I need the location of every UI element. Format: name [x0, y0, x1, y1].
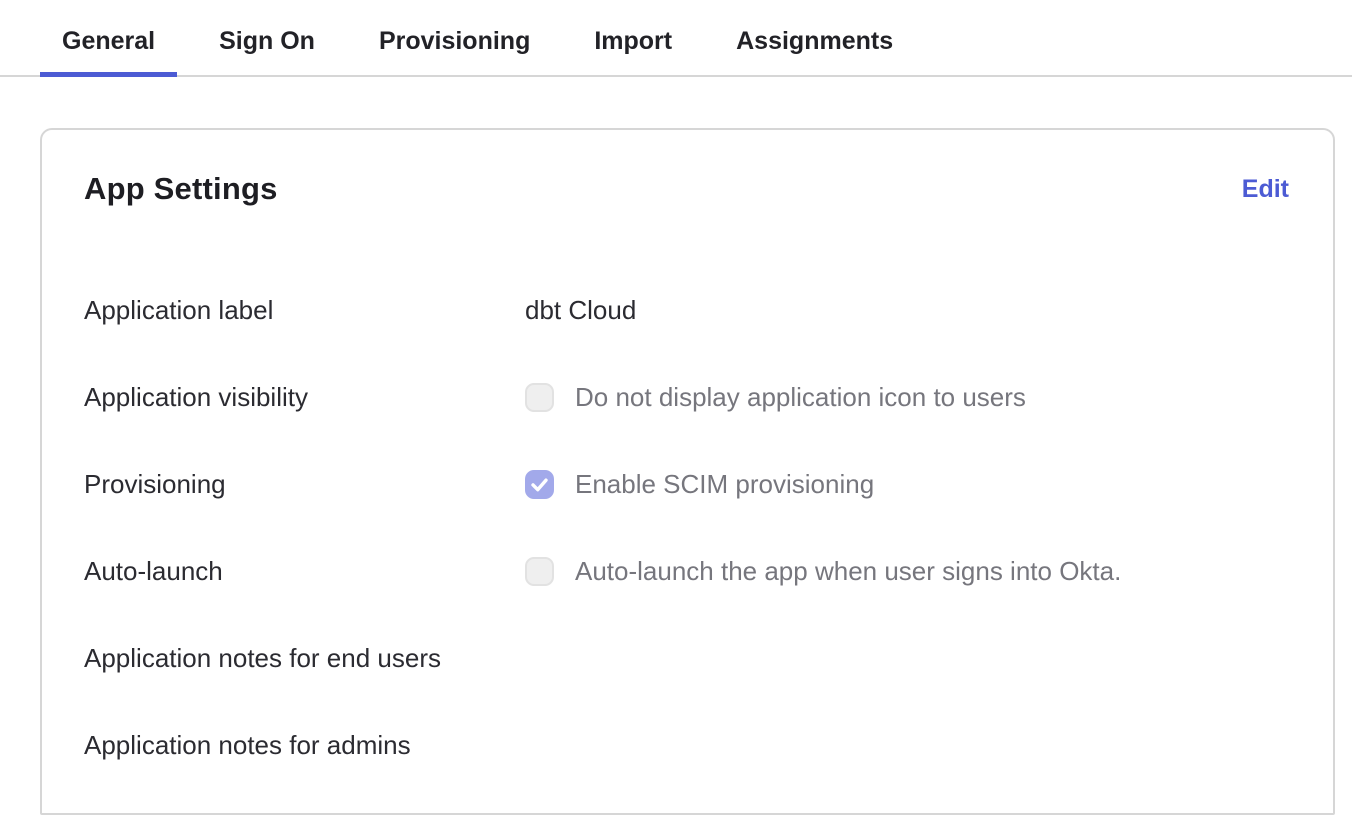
field-label: Provisioning: [84, 468, 525, 500]
panel-title: App Settings: [84, 170, 278, 208]
field-label: Application notes for admins: [84, 729, 525, 761]
row-notes-admins: Application notes for admins: [84, 727, 1289, 763]
tab-assignments[interactable]: Assignments: [714, 0, 915, 75]
panel-header: App Settings Edit: [84, 170, 1289, 208]
row-application-label: Application label dbt Cloud: [84, 292, 1289, 328]
tab-sign-on[interactable]: Sign On: [197, 0, 337, 75]
checkbox-label: Auto-launch the app when user signs into…: [575, 555, 1121, 587]
checkbox-group: Do not display application icon to users: [525, 381, 1026, 413]
row-auto-launch: Auto-launch Auto-launch the app when use…: [84, 553, 1289, 589]
edit-button[interactable]: Edit: [1242, 170, 1289, 208]
checkbox-group: Auto-launch the app when user signs into…: [525, 555, 1121, 587]
app-tabs: General Sign On Provisioning Import Assi…: [40, 0, 1352, 75]
field-label: Auto-launch: [84, 555, 525, 587]
checkbox-label: Do not display application icon to users: [575, 381, 1026, 413]
row-application-visibility: Application visibility Do not display ap…: [84, 379, 1289, 415]
row-provisioning: Provisioning Enable SCIM provisioning: [84, 466, 1289, 502]
tab-provisioning[interactable]: Provisioning: [357, 0, 552, 75]
auto-launch-checkbox[interactable]: [525, 557, 554, 586]
tab-import[interactable]: Import: [572, 0, 694, 75]
checkmark-icon: [527, 470, 552, 499]
app-settings-panel: App Settings Edit Application label dbt …: [40, 128, 1335, 815]
checkbox-label: Enable SCIM provisioning: [575, 468, 874, 500]
field-label: Application notes for end users: [84, 642, 525, 674]
tab-bar: General Sign On Provisioning Import Assi…: [0, 0, 1352, 77]
field-label: Application label: [84, 294, 525, 326]
tab-general[interactable]: General: [40, 0, 177, 75]
field-label: Application visibility: [84, 381, 525, 413]
checkbox-group: Enable SCIM provisioning: [525, 468, 874, 500]
scim-provisioning-checkbox[interactable]: [525, 470, 554, 499]
field-value: dbt Cloud: [525, 294, 636, 326]
visibility-checkbox[interactable]: [525, 383, 554, 412]
row-notes-end-users: Application notes for end users: [84, 640, 1289, 676]
